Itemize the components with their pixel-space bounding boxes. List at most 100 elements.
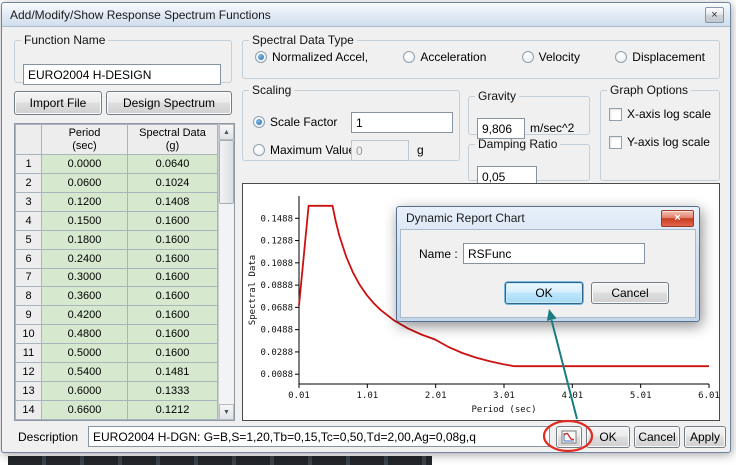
spectral-type-option-1[interactable]: Acceleration	[403, 50, 486, 64]
svg-text:0.0688: 0.0688	[260, 303, 293, 313]
spectral-value-cell[interactable]: 0.1600	[128, 287, 218, 306]
spectral-value-cell[interactable]: 0.1212	[128, 400, 218, 419]
period-cell[interactable]: 0.2400	[42, 249, 128, 268]
row-number-cell[interactable]: 7	[16, 268, 42, 287]
period-cell[interactable]: 0.1200	[42, 192, 128, 211]
radio-label: Normalized Accel,	[272, 50, 368, 64]
svg-text:0.1488: 0.1488	[260, 214, 293, 224]
maximum-value-radio[interactable]: Maximum Value	[253, 143, 355, 157]
spectral-value-cell[interactable]: 0.0640	[128, 155, 218, 174]
spectral-value-cell[interactable]: 0.1600	[128, 306, 218, 325]
damping-ratio-legend: Damping Ratio	[475, 137, 560, 151]
svg-text:Spectral Data: Spectral Data	[248, 255, 258, 325]
table-header-row: Period (sec) Spectral Data (g)	[16, 125, 218, 155]
scroll-up-button[interactable]: ▲	[219, 124, 234, 140]
scale-factor-input[interactable]	[351, 112, 453, 133]
report-cancel-button[interactable]: Cancel	[591, 282, 669, 304]
period-cell[interactable]: 0.0600	[42, 173, 128, 192]
report-chart-icon	[561, 430, 577, 444]
cancel-button[interactable]: Cancel	[634, 426, 680, 448]
design-spectrum-button[interactable]: Design Spectrum	[106, 91, 232, 115]
spectral-value-cell[interactable]: 0.1600	[128, 230, 218, 249]
row-number-cell[interactable]: 11	[16, 344, 42, 363]
report-name-input[interactable]	[463, 243, 645, 264]
scale-factor-radio[interactable]: Scale Factor	[253, 115, 337, 129]
spectral-value-cell[interactable]: 0.1600	[128, 211, 218, 230]
radio-icon	[522, 51, 534, 63]
period-cell[interactable]: 0.6600	[42, 400, 128, 419]
apply-button[interactable]: Apply	[684, 426, 726, 448]
spectral-type-option-2[interactable]: Velocity	[522, 50, 580, 64]
period-cell[interactable]: 0.1800	[42, 230, 128, 249]
period-cell[interactable]: 0.3000	[42, 268, 128, 287]
scrollbar-track[interactable]	[219, 140, 234, 404]
row-number-cell[interactable]: 14	[16, 400, 42, 419]
spectral-type-option-0[interactable]: Normalized Accel,	[255, 50, 368, 64]
svg-text:0.1288: 0.1288	[260, 237, 293, 247]
spectral-type-options: Normalized Accel, Acceleration Velocity Dis…	[243, 47, 719, 70]
spectral-value-cell[interactable]: 0.1600	[128, 268, 218, 287]
scroll-down-button[interactable]: ▼	[219, 404, 234, 420]
row-number-cell[interactable]: 12	[16, 363, 42, 382]
graph-options-group: Graph Options X-axis log scaleY-axis log…	[600, 83, 720, 181]
ok-button[interactable]: OK	[586, 426, 630, 448]
period-cell[interactable]: 0.5000	[42, 344, 128, 363]
row-number-cell[interactable]: 3	[16, 192, 42, 211]
spectral-type-option-3[interactable]: Displacement	[615, 50, 705, 64]
table-row: 80.36000.1600	[16, 287, 218, 306]
scrollbar-thumb[interactable]	[219, 140, 234, 204]
row-number-cell[interactable]: 8	[16, 287, 42, 306]
period-cell[interactable]: 0.4200	[42, 306, 128, 325]
description-input[interactable]	[88, 426, 550, 447]
row-number-cell[interactable]: 13	[16, 382, 42, 401]
scaling-group: Scaling Scale Factor Maximum Value g	[242, 83, 460, 161]
row-number-cell[interactable]: 6	[16, 249, 42, 268]
spectral-value-cell[interactable]: 0.1481	[128, 363, 218, 382]
period-cell[interactable]: 0.5400	[42, 363, 128, 382]
row-number-cell[interactable]: 4	[16, 211, 42, 230]
spectral-value-cell[interactable]: 0.1600	[128, 249, 218, 268]
gravity-unit: m/sec^2	[530, 121, 574, 135]
table-scrollbar[interactable]: ▲ ▼	[218, 124, 234, 420]
dialog-titlebar[interactable]: Add/Modify/Show Response Spectrum Functi…	[2, 3, 730, 27]
spectral-value-cell[interactable]: 0.1600	[128, 344, 218, 363]
period-cell[interactable]: 0.0000	[42, 155, 128, 174]
svg-text:5.01: 5.01	[630, 391, 652, 401]
row-number-cell[interactable]: 2	[16, 173, 42, 192]
close-icon: ×	[711, 10, 717, 21]
spectral-value-cell[interactable]: 0.1333	[128, 382, 218, 401]
checkbox-icon	[609, 136, 622, 149]
report-ok-button[interactable]: OK	[505, 282, 583, 304]
spectral-value-cell[interactable]: 0.1600	[128, 325, 218, 344]
svg-text:Period (sec): Period (sec)	[471, 405, 536, 415]
import-file-button[interactable]: Import File	[14, 91, 102, 115]
period-column-header: Period (sec)	[42, 125, 128, 155]
row-number-cell[interactable]: 10	[16, 325, 42, 344]
report-dialog-titlebar[interactable]: Dynamic Report Chart	[397, 207, 699, 229]
period-cell[interactable]: 0.4800	[42, 325, 128, 344]
report-dialog-body: Name : OK Cancel	[400, 229, 696, 318]
period-cell[interactable]: 0.1500	[42, 211, 128, 230]
report-chart-button[interactable]	[556, 426, 582, 448]
svg-text:6.01: 6.01	[698, 391, 719, 401]
period-cell[interactable]: 0.3600	[42, 287, 128, 306]
table-row: 50.18000.1600	[16, 230, 218, 249]
row-number-cell[interactable]: 9	[16, 306, 42, 325]
table-row: 100.48000.1600	[16, 325, 218, 344]
svg-text:0.01: 0.01	[288, 391, 310, 401]
row-number-cell[interactable]: 1	[16, 155, 42, 174]
graph-option-1[interactable]: Y-axis log scale	[609, 135, 713, 149]
period-cell[interactable]: 0.6000	[42, 382, 128, 401]
spectral-value-cell[interactable]: 0.1024	[128, 173, 218, 192]
spectral-value-cell[interactable]: 0.1408	[128, 192, 218, 211]
report-close-button[interactable]: ×	[661, 210, 694, 227]
table-row: 30.12000.1408	[16, 192, 218, 211]
svg-text:1.01: 1.01	[356, 391, 378, 401]
function-name-input[interactable]	[23, 64, 221, 85]
close-button[interactable]: ×	[705, 7, 724, 23]
row-number-cell[interactable]: 5	[16, 230, 42, 249]
graph-option-0[interactable]: X-axis log scale	[609, 107, 713, 121]
gravity-input[interactable]	[477, 118, 525, 139]
screen: Add/Modify/Show Response Spectrum Functi…	[0, 0, 736, 465]
gravity-legend: Gravity	[475, 89, 519, 103]
